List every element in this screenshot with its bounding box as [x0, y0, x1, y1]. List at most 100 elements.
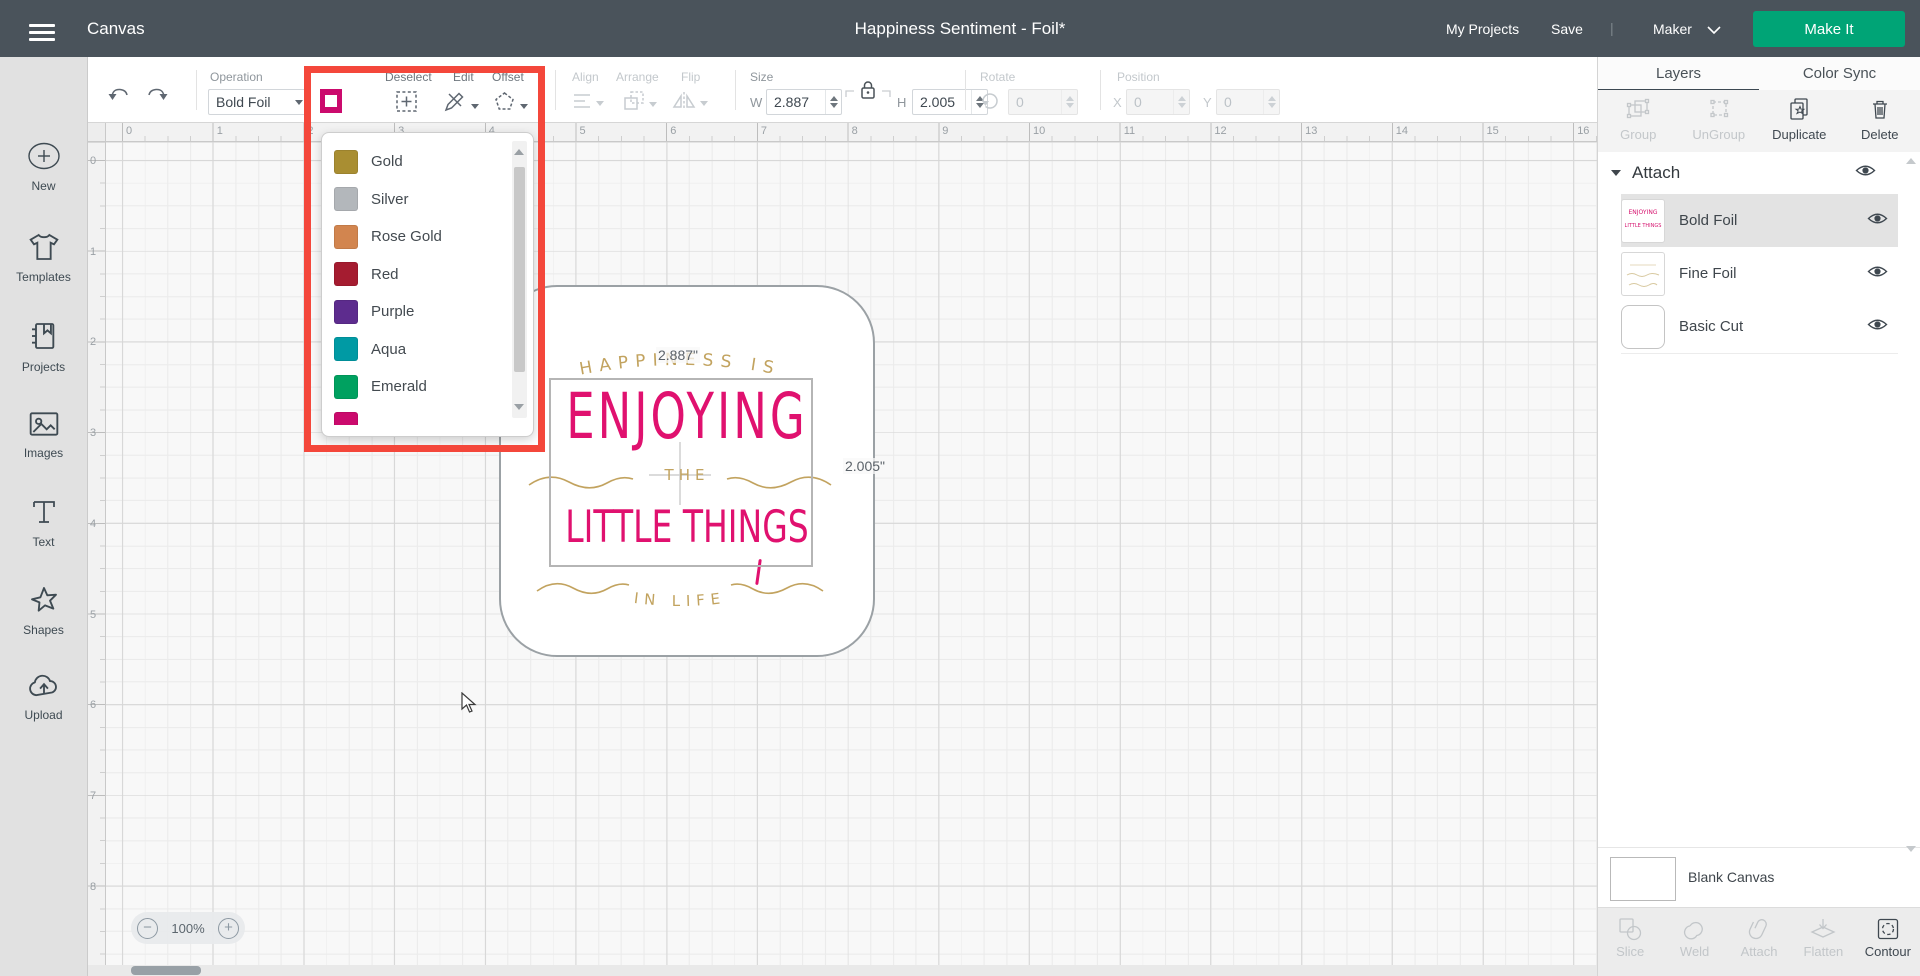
- operation-select[interactable]: Bold Foil: [208, 89, 310, 115]
- edit-icon[interactable]: [443, 90, 479, 118]
- flatten-button[interactable]: Flatten: [1791, 908, 1855, 976]
- thumb-text: ENJOYING: [1624, 209, 1662, 216]
- y-value: 0: [1217, 94, 1263, 110]
- align-label: Align: [572, 70, 599, 84]
- duplicate-button[interactable]: Duplicate: [1759, 90, 1840, 152]
- arrange-label: Arrange: [616, 70, 659, 84]
- color-option-label: Emerald: [371, 378, 427, 395]
- dropdown-scrollbar[interactable]: [512, 141, 527, 418]
- offset-icon[interactable]: [493, 90, 528, 118]
- zoom-out-button[interactable]: −: [137, 918, 158, 939]
- color-option[interactable]: Rose Gold: [322, 218, 512, 256]
- my-projects-link[interactable]: My Projects: [1446, 21, 1519, 37]
- color-option[interactable]: Silver: [322, 181, 512, 219]
- ungroup-button[interactable]: UnGroup: [1679, 90, 1760, 152]
- layer-color-swatch[interactable]: [320, 89, 342, 113]
- blank-canvas-swatch[interactable]: [1610, 857, 1676, 901]
- color-option-label: Rose Gold: [371, 228, 442, 245]
- contour-button[interactable]: Contour: [1856, 908, 1920, 976]
- layers-scrollbar[interactable]: [1905, 158, 1917, 852]
- layer-row-fine-foil[interactable]: Fine Foil: [1621, 247, 1898, 301]
- sidebar-item-label: Text: [0, 535, 87, 549]
- eye-icon[interactable]: [1855, 163, 1876, 183]
- lock-icon[interactable]: [844, 79, 892, 101]
- color-option[interactable]: Gold: [322, 143, 512, 181]
- weld-icon: [1682, 917, 1707, 941]
- eye-icon[interactable]: [1867, 317, 1888, 337]
- edit-toolbar: Operation Bold Foil Deselect Edit Offset…: [87, 57, 1597, 123]
- zoom-level: 100%: [171, 921, 204, 936]
- blank-canvas-row[interactable]: Blank Canvas: [1598, 847, 1920, 908]
- tab-layers[interactable]: Layers: [1598, 57, 1759, 90]
- flip-icon[interactable]: [672, 91, 708, 115]
- scroll-up-icon[interactable]: [514, 149, 524, 155]
- deselect-icon[interactable]: [395, 90, 418, 118]
- layer-row-bold-foil[interactable]: ENJOYING LITTLE THINGS Bold Foil: [1621, 194, 1898, 248]
- chevron-down-icon[interactable]: [1706, 25, 1722, 35]
- eye-icon[interactable]: [1867, 211, 1888, 231]
- caret-down-icon: [596, 101, 604, 106]
- color-option[interactable]: Emerald: [322, 368, 512, 406]
- sidebar-item-upload[interactable]: Upload: [0, 672, 87, 722]
- color-option-label: Red: [371, 266, 399, 283]
- flatten-icon: [1810, 917, 1836, 941]
- delete-label: Delete: [1840, 127, 1920, 142]
- weld-label: Weld: [1662, 944, 1726, 959]
- zoom-in-button[interactable]: +: [218, 918, 239, 939]
- dropdown-scrollbar-thumb[interactable]: [514, 167, 525, 372]
- sidebar-item-templates[interactable]: Templates: [0, 232, 87, 284]
- undo-icon[interactable]: [107, 85, 131, 112]
- redo-icon[interactable]: [145, 85, 169, 112]
- operation-value: Bold Foil: [209, 94, 295, 110]
- layer-group-attach[interactable]: Attach: [1598, 152, 1920, 194]
- group-header-label: Attach: [1632, 163, 1680, 183]
- width-stepper[interactable]: [825, 90, 841, 114]
- group-button[interactable]: Group: [1598, 90, 1679, 152]
- machine-select[interactable]: Maker: [1653, 21, 1692, 37]
- slice-button[interactable]: Slice: [1598, 908, 1662, 976]
- attach-button[interactable]: Attach: [1727, 908, 1791, 976]
- arrange-icon[interactable]: [623, 90, 657, 116]
- offset-label: Offset: [492, 70, 524, 84]
- scrollbar-thumb[interactable]: [131, 966, 201, 975]
- canvas-horizontal-scrollbar[interactable]: [87, 965, 1597, 976]
- delete-button[interactable]: Delete: [1840, 90, 1920, 152]
- layer-thumbnail: [1621, 305, 1665, 349]
- width-input[interactable]: 2.887: [766, 89, 842, 115]
- position-label: Position: [1117, 70, 1160, 84]
- color-option[interactable]: Red: [322, 256, 512, 294]
- sidebar-item-images[interactable]: Images: [0, 410, 87, 460]
- color-option[interactable]: Aqua: [322, 331, 512, 369]
- weld-button[interactable]: Weld: [1662, 908, 1726, 976]
- make-it-button[interactable]: Make It: [1753, 11, 1905, 47]
- sidebar-item-new[interactable]: New: [0, 141, 87, 193]
- sidebar-item-text[interactable]: Text: [0, 497, 87, 549]
- scroll-down-icon[interactable]: [514, 404, 524, 410]
- color-option-partial[interactable]: [322, 406, 512, 426]
- align-icon[interactable]: [572, 92, 604, 115]
- layer-thumbnail: [1621, 252, 1665, 296]
- save-link[interactable]: Save: [1551, 21, 1583, 37]
- collapse-caret-icon[interactable]: [1611, 170, 1621, 176]
- flatten-label: Flatten: [1791, 944, 1855, 959]
- sidebar-item-projects[interactable]: Projects: [0, 320, 87, 374]
- layer-name: Fine Foil: [1679, 265, 1867, 282]
- shapes-icon: [28, 585, 60, 615]
- selection-height-label: 2.005": [843, 458, 887, 474]
- left-sidebar: New Templates Projects Images Text Shape…: [0, 57, 88, 976]
- layer-name: Bold Foil: [1679, 212, 1867, 229]
- scroll-down-icon[interactable]: [1906, 846, 1916, 852]
- width-label: W: [750, 95, 762, 110]
- rotate-label: Rotate: [980, 70, 1015, 84]
- svg-text:IN LIFE: IN LIFE: [633, 589, 727, 610]
- height-input[interactable]: 2.005: [912, 89, 988, 115]
- eye-icon[interactable]: [1867, 264, 1888, 284]
- layer-row-basic-cut[interactable]: Basic Cut: [1621, 300, 1898, 354]
- tab-color-sync[interactable]: Color Sync: [1759, 57, 1920, 90]
- scroll-up-icon[interactable]: [1906, 158, 1916, 164]
- color-option[interactable]: Purple: [322, 293, 512, 331]
- group-icon: [1625, 97, 1651, 121]
- selection-bounding-box[interactable]: [549, 378, 813, 567]
- thumb-text: LITTLE THINGS: [1623, 223, 1663, 229]
- sidebar-item-shapes[interactable]: Shapes: [0, 585, 87, 637]
